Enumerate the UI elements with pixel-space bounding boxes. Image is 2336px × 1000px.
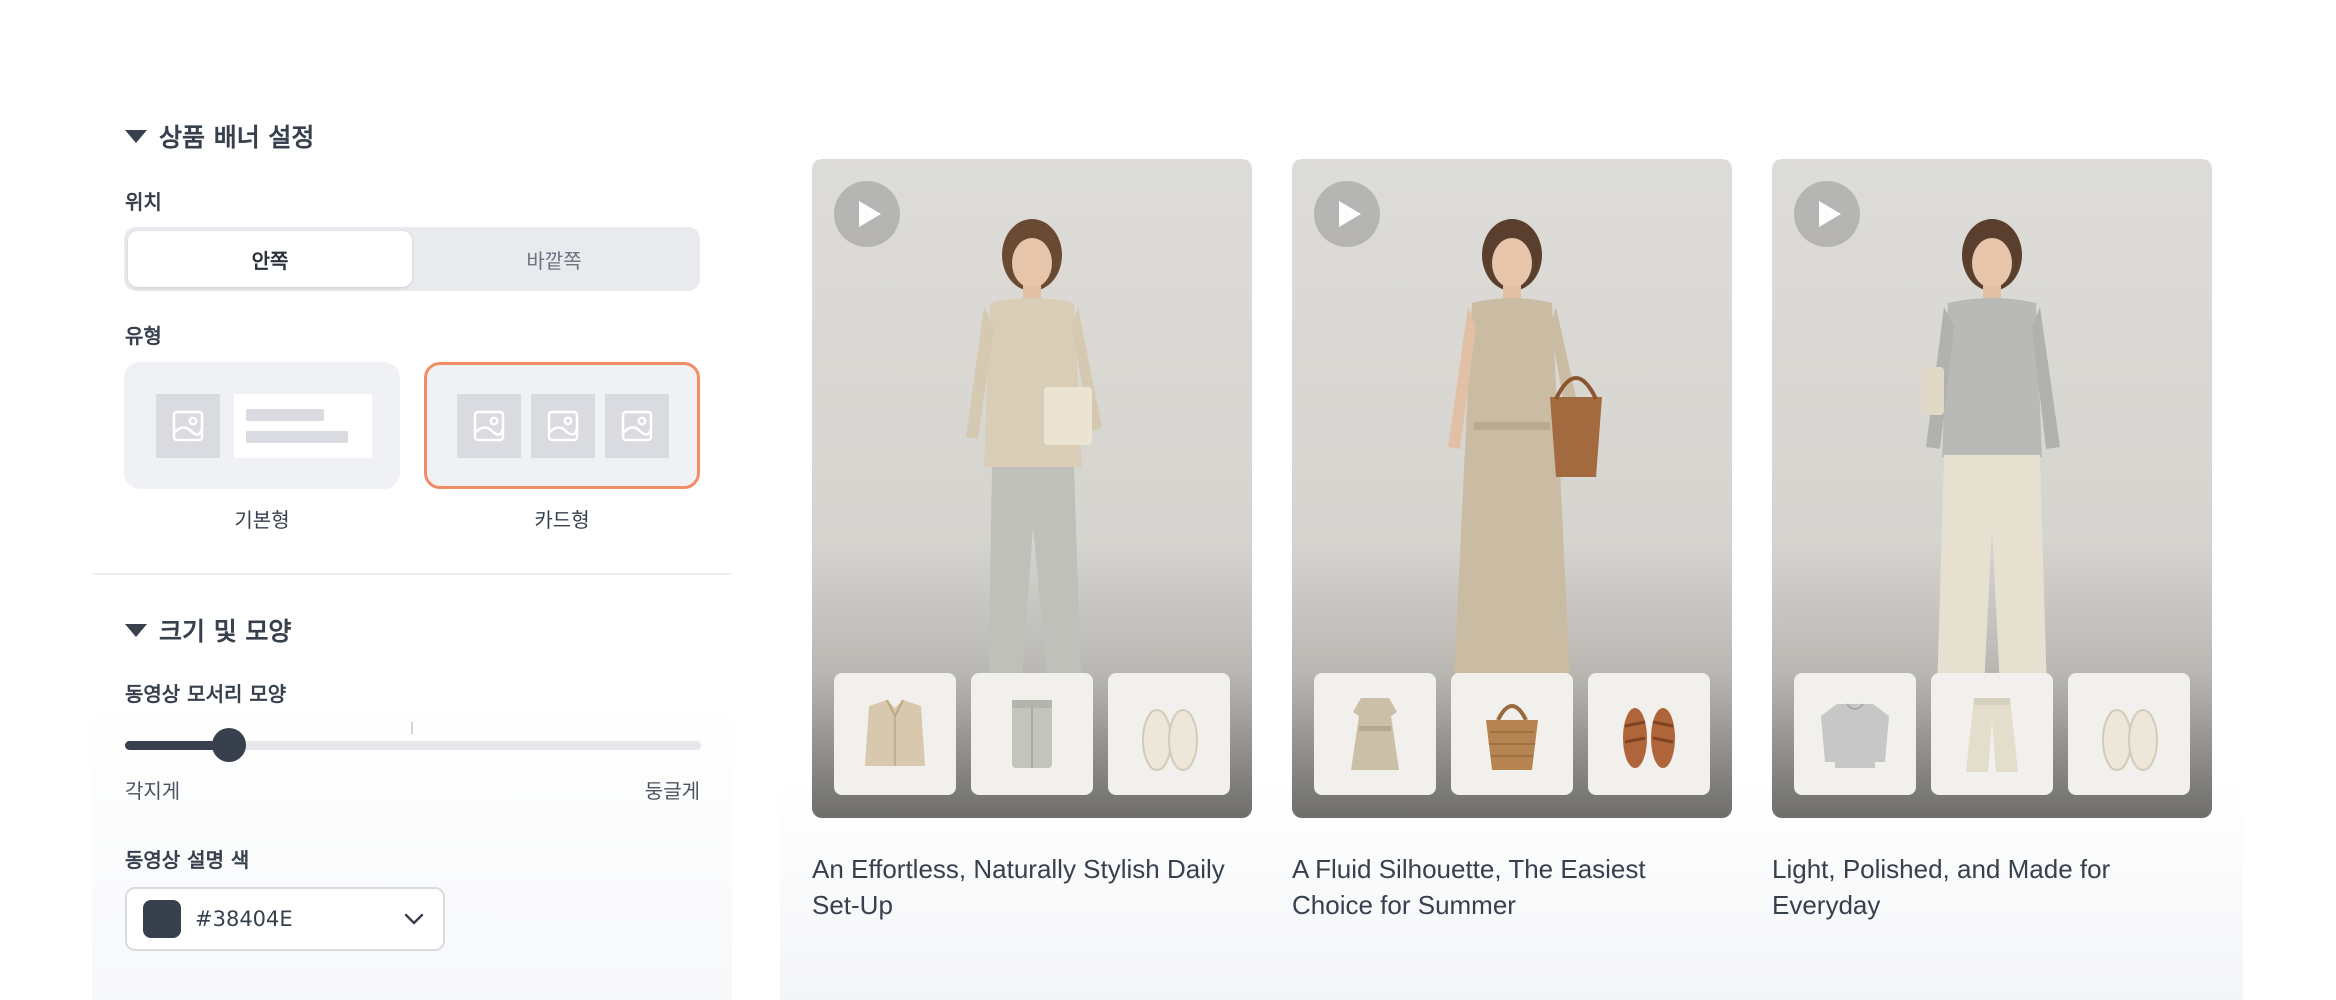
slip-on-shoes-icon [1142, 709, 1198, 771]
caret-down-icon [125, 129, 147, 143]
video-caption: Light, Polished, and Made for Everyday [1772, 854, 2111, 920]
caption-color-select[interactable]: #38404E [125, 887, 445, 951]
position-option-outside[interactable]: 바깥쪽 [412, 231, 696, 287]
video-caption: A Fluid Silhouette, The Easiest Choice f… [1292, 854, 1646, 920]
divider [92, 573, 732, 575]
tote-bag-icon [1486, 704, 1538, 770]
pants-icon [1012, 700, 1052, 768]
video-thumbnail[interactable] [812, 159, 1252, 818]
product-thumb-pants[interactable] [971, 673, 1093, 795]
play-icon[interactable] [834, 181, 900, 247]
video-card: Light, Polished, and Made for Everyday [1772, 159, 2212, 923]
text-placeholder [234, 394, 372, 458]
banner-section-header[interactable]: 상품 배너 설정 [125, 118, 314, 154]
caption-color-label: 동영상 설명 색 [125, 848, 250, 872]
settings-panel: 상품 배너 설정 위치 안쪽 바깥쪽 유형 기본형 카드형 크기 및 모양 동영… [92, 0, 732, 1000]
slider-min-label: 각지게 [125, 779, 181, 803]
chevron-down-icon [401, 906, 427, 932]
color-value: #38404E [195, 907, 293, 931]
sweater-icon [1821, 703, 1889, 768]
banner-preview: An Effortless, Naturally Stylish Daily S… [780, 0, 2243, 1000]
slider-max-label: 둥글게 [644, 779, 700, 803]
slip-on-shoes-icon [2102, 709, 2158, 771]
wide-pants-icon [1966, 698, 2018, 772]
image-placeholder-icon [156, 394, 220, 458]
image-placeholder-icon [457, 394, 521, 458]
video-card: A Fluid Silhouette, The Easiest Choice f… [1292, 159, 1732, 923]
product-thumbnails [834, 673, 1230, 795]
dress-icon [1351, 698, 1399, 770]
product-thumb-bag[interactable] [1451, 673, 1573, 795]
product-thumbnails [1314, 673, 1710, 795]
slider-thumb[interactable] [211, 728, 246, 762]
section-title: 상품 배너 설정 [159, 123, 315, 152]
video-thumbnail[interactable] [1772, 159, 2212, 818]
video-thumbnail[interactable] [1292, 159, 1732, 818]
type-label: 유형 [125, 324, 162, 348]
video-caption: An Effortless, Naturally Stylish Daily S… [812, 854, 1225, 920]
shirt-icon [865, 699, 925, 766]
video-card: An Effortless, Naturally Stylish Daily S… [812, 159, 1252, 923]
image-placeholder-icon [531, 394, 595, 458]
type-option-basic-label: 기본형 [234, 508, 290, 532]
color-swatch [143, 900, 181, 938]
play-icon[interactable] [1314, 181, 1380, 247]
position-label: 위치 [125, 190, 162, 214]
product-thumb-shirt[interactable] [834, 673, 956, 795]
caret-down-icon [125, 623, 147, 637]
section-title: 크기 및 모양 [159, 617, 292, 646]
size-section-header[interactable]: 크기 및 모양 [125, 612, 291, 648]
product-thumb-shoes[interactable] [2068, 673, 2190, 795]
corner-shape-slider[interactable] [125, 728, 701, 762]
image-placeholder-icon [605, 394, 669, 458]
position-toggle: 안쪽 바깥쪽 [124, 227, 700, 291]
position-option-inside[interactable]: 안쪽 [128, 231, 412, 287]
sandals-icon [1623, 708, 1675, 768]
type-option-basic[interactable] [124, 362, 400, 489]
play-icon[interactable] [1794, 181, 1860, 247]
product-thumbnails [1794, 673, 2190, 795]
product-thumb-sandals[interactable] [1588, 673, 1710, 795]
corner-shape-label: 동영상 모서리 모양 [125, 682, 287, 706]
product-thumb-wide-pants[interactable] [1931, 673, 2053, 795]
product-thumb-dress[interactable] [1314, 673, 1436, 795]
product-thumb-sweater[interactable] [1794, 673, 1916, 795]
product-thumb-shoes[interactable] [1108, 673, 1230, 795]
type-option-card-label: 카드형 [534, 508, 590, 532]
type-option-card[interactable] [424, 362, 700, 489]
slider-center-tick [411, 722, 413, 734]
